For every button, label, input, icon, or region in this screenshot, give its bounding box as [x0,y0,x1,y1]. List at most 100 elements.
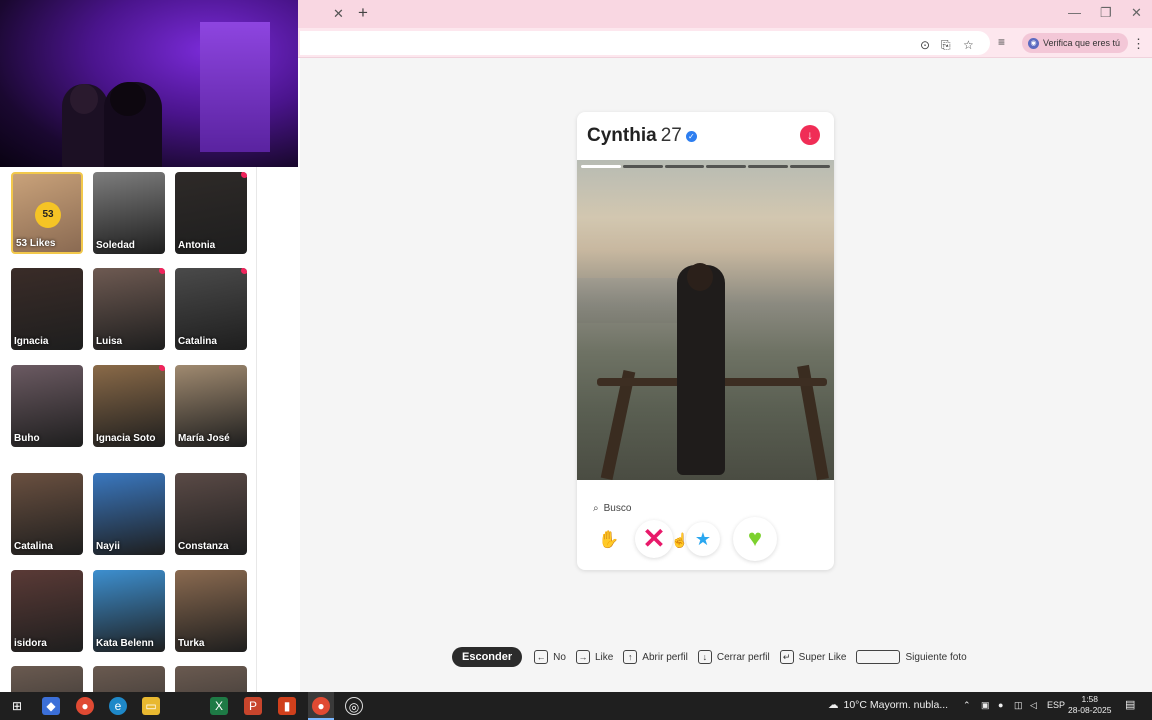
restore-icon[interactable]: ❐ [1100,5,1112,21]
tray-device-icon[interactable]: ▣ [981,700,990,711]
shortcut-close-profile: ↓ Cerrar perfil [697,650,770,664]
minimize-icon[interactable]: — [1068,5,1081,20]
match-card[interactable]: isidora [11,570,83,652]
profile-photo[interactable] [577,160,834,481]
looking-for-row: ⌕ Busco [593,503,631,514]
like-button[interactable]: ♥ [733,517,777,561]
close-profile-icon[interactable]: ↓ [800,125,820,145]
match-card-name: Ignacia [14,336,49,347]
match-card[interactable]: Ignacia Soto [93,365,165,447]
shortcut-open-label: Abrir perfil [642,651,688,663]
match-card-partial[interactable] [93,666,165,692]
left-arrow-key-icon: ← [534,650,549,664]
match-card[interactable]: Constanza [175,473,247,555]
photo-progress-segment [622,165,663,168]
webcam-door [200,22,270,152]
network-icon[interactable]: ◫ [1014,700,1023,711]
webcam-head-left [70,84,98,114]
match-card[interactable]: Buho [11,365,83,447]
match-card[interactable]: Soledad [93,172,165,254]
down-arrow-key-icon: ↓ [697,650,712,664]
copilot-icon[interactable]: ◆ [42,697,60,715]
notifications-icon[interactable]: ▤ [1125,698,1135,711]
new-match-dot [241,268,247,274]
verify-identity-chip[interactable]: ◉ Verifica que eres tú [1022,33,1129,53]
match-card-name: María José [178,433,230,444]
file-explorer-icon[interactable]: ▭ [142,697,160,715]
match-card[interactable]: Luisa [93,268,165,350]
weather-widget[interactable]: ☁ 10°C Mayorm. nubla... [828,699,948,711]
matches-sidebar: 53 53 Likes Soledad Antonia Ignacia Luisa Ca… [0,167,257,692]
chrome-icon[interactable]: ● [76,697,94,715]
hide-shortcuts-button[interactable]: Esconder [452,647,523,667]
tray-chevron-icon[interactable]: ⌃ [963,700,971,711]
match-card[interactable]: Kata Belenn [93,570,165,652]
office-app-icon[interactable]: ▮ [278,697,296,715]
likes-card[interactable]: 53 53 Likes [11,172,83,254]
weather-text: 10°C Mayorm. nubla... [843,699,949,711]
pointer-cursor-icon: ☝ [671,532,689,548]
match-card-name: Turka [178,638,205,649]
match-card-partial[interactable] [11,666,83,692]
match-card-name: Antonia [178,240,216,251]
obs-icon[interactable]: ◎ [345,697,363,715]
match-card[interactable]: Ignacia [11,268,83,350]
clock-date: 28-08-2025 [1068,705,1112,715]
bookmark-star-icon[interactable]: ☆ [963,38,974,52]
language-indicator[interactable]: ESP [1047,700,1065,710]
shortcut-like: → Like [575,650,613,664]
volume-icon[interactable]: ◁ [1030,700,1037,711]
windows-start-icon[interactable]: ⊞ [8,697,26,715]
match-card[interactable]: María José [175,365,247,447]
shortcut-open-profile: ↑ Abrir perfil [623,650,688,664]
location-icon[interactable]: ⊙ [920,38,930,52]
match-card[interactable]: Nayii [93,473,165,555]
match-card-name: isidora [14,638,47,649]
close-tab-icon[interactable]: ✕ [333,6,344,22]
reading-list-icon[interactable]: ≡ [998,35,1005,49]
new-match-dot [159,268,165,274]
match-card-partial[interactable] [175,666,247,692]
photo-person-head [687,263,713,291]
shortcut-super-like: ↵ Super Like [779,650,846,664]
likes-count-badge: 53 [35,202,61,228]
nope-button[interactable]: ✕ [635,520,673,558]
looking-for-label: Busco [603,503,632,514]
verified-badge-icon: ✓ [685,130,697,142]
new-tab-icon[interactable]: + [358,3,368,23]
webcam-overlay [0,0,298,167]
likes-label: 53 Likes [16,238,56,249]
match-card-name: Catalina [178,336,217,347]
photo-progress-segment [790,165,830,168]
new-match-dot [241,172,247,178]
profile-name: Cynthia [587,125,657,146]
powerpoint-icon[interactable]: P [244,697,262,715]
match-card-name: Constanza [178,541,229,552]
match-card[interactable]: Catalina [175,268,247,350]
wave-hand-icon: ✋ [598,530,620,549]
close-window-icon[interactable]: ✕ [1131,5,1142,21]
up-arrow-key-icon: ↑ [623,650,638,664]
chrome-active-icon[interactable]: ● [312,697,330,715]
system-clock[interactable]: 1:58 28-08-2025 [1068,694,1111,716]
verify-label: Verifica que eres tú [1043,38,1121,48]
install-app-icon[interactable]: ⎘ [941,38,951,53]
space-key-icon [856,650,901,664]
super-like-button[interactable]: ★ [686,522,720,556]
url-field[interactable]: ⊙ ⎘ ☆ [300,31,990,55]
profile-icon: ◉ [1028,37,1039,49]
photo-progress-segment [581,165,621,168]
excel-icon[interactable]: X [210,697,228,715]
match-card[interactable]: Turka [175,570,247,652]
photo-progress-segment [748,165,789,168]
photo-progress-segment [664,165,705,168]
browser-menu-icon[interactable]: ⋮ [1132,36,1145,52]
shortcut-no: ← No [534,650,566,664]
shortcut-next-photo: Siguiente foto [856,650,967,664]
match-card[interactable]: Antonia [175,172,247,254]
microphone-icon[interactable]: ● [998,700,1003,710]
profile-card[interactable]: Cynthia 27 ✓ ↓ ⌕ Busco ✋ ✕ ★ ♥ [577,112,834,570]
match-card[interactable]: Catalina [11,473,83,555]
edge-icon[interactable]: e [109,697,127,715]
photo-progress-segment [706,165,747,168]
